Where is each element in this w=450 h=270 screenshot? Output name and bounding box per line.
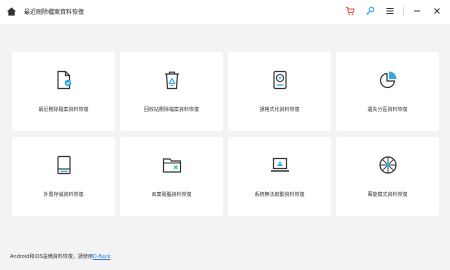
title-bar: 最近刪除檔案資料恢復 (0, 0, 450, 24)
card-external-storage[interactable]: 外置存儲資料恢復 (12, 137, 115, 216)
card-universal-mode[interactable]: 萬能模式資料恢復 (336, 137, 439, 216)
card-discarded-pc[interactable]: 丟棄電腦資料恢復 (120, 137, 223, 216)
card-label: 回收站刪除檔案資料恢復 (143, 107, 199, 113)
card-label: 外置存儲資料恢復 (43, 192, 84, 198)
dback-link[interactable]: D-Back (93, 254, 111, 260)
minimize-icon[interactable] (410, 4, 424, 18)
folder-x-icon (162, 158, 181, 173)
card-label: 系統無法啟動資料恢復 (254, 192, 305, 198)
app-title: 最近刪除檔案資料恢復 (24, 9, 85, 16)
card-label: 遺失分區資料恢復 (367, 107, 408, 113)
card-lost-partition[interactable]: 遺失分區資料恢復 (336, 52, 439, 131)
card-formatted[interactable]: 誤格式化資料恢復 (228, 52, 331, 131)
card-recent-deleted[interactable]: 最近刪除檔案資料恢復 (12, 52, 115, 131)
window-controls (343, 4, 444, 18)
close-icon[interactable] (430, 4, 444, 18)
document-recovery-icon (56, 70, 71, 90)
footer-text: Android和iOS設備資料恢復，請使用 (10, 254, 93, 260)
menu-icon[interactable] (383, 4, 397, 18)
card-label: 萬能模式資料恢復 (367, 192, 408, 198)
card-label: 丟棄電腦資料恢復 (151, 192, 192, 198)
footer-note: Android和iOS設備資料恢復，請使用D-Back (10, 253, 110, 260)
hard-drive-icon (272, 70, 287, 90)
laptop-warning-icon (270, 157, 289, 172)
recycle-bin-icon (164, 71, 179, 90)
recovery-mode-grid: 最近刪除檔案資料恢復 回收站刪除檔案資料恢復 誤格式化資料恢復 遺失分區資料恢復 (12, 52, 439, 216)
card-recycle-bin[interactable]: 回收站刪除檔案資料恢復 (120, 52, 223, 131)
card-label: 最近刪除檔案資料恢復 (38, 107, 89, 113)
card-label: 誤格式化資料恢復 (259, 107, 300, 113)
home-icon[interactable] (6, 6, 17, 17)
key-icon[interactable] (363, 4, 377, 18)
cart-icon[interactable] (343, 4, 357, 18)
card-system-unbootable[interactable]: 系統無法啟動資料恢復 (228, 137, 331, 216)
wheel-icon (378, 156, 397, 174)
divider (403, 6, 404, 16)
external-storage-icon (56, 155, 71, 175)
pie-partition-icon (379, 71, 396, 89)
